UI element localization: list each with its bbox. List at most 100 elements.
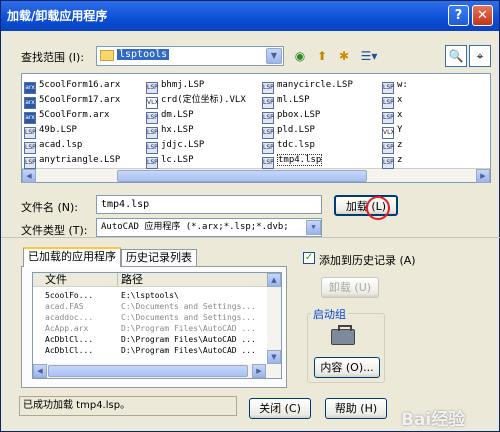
add-history-label: 添加到历史记录 (A) [319, 254, 416, 267]
help-button[interactable]: 帮助 (H) [325, 398, 387, 419]
file-list[interactable]: ◀ ▶ arx 5coolForm16.arx arx 5CoolForm17.arx… [21, 73, 491, 183]
startup-group-title: 启动组 [311, 306, 348, 322]
file-name: 49b.LSP [39, 125, 77, 135]
tab-loaded-apps[interactable]: 已加载的应用程序 [23, 247, 121, 267]
title-bar: 加载/卸载应用程序 ? ✕ [1, 1, 499, 31]
back-icon[interactable]: ◉ [291, 47, 309, 65]
file-name: w: [397, 80, 408, 90]
file-name: ml.LSP [277, 95, 310, 105]
file-item[interactable]: LSP acad.lsp [24, 138, 83, 154]
scroll-down-icon[interactable]: ▼ [267, 350, 281, 364]
file-name: tmp4.lsp [277, 154, 323, 166]
find-icon[interactable]: 🔍 [445, 45, 467, 67]
file-item[interactable]: LSP pld.LSP [262, 123, 315, 139]
file-name: manycircle.LSP [277, 80, 353, 90]
chevron-down-icon[interactable]: ▼ [266, 48, 282, 64]
tab-history-list[interactable]: 历史记录列表 [121, 249, 197, 267]
filename-field[interactable]: tmp4.lsp [96, 195, 322, 214]
locate-icon[interactable]: ⌖ [469, 45, 491, 67]
chevron-down-icon[interactable]: ▼ [306, 220, 321, 235]
unload-button[interactable]: 卸载 (U) [321, 277, 379, 298]
views-menu-icon[interactable]: ☰▾ [357, 47, 381, 65]
file-item[interactable]: LSP dm.LSP [146, 108, 194, 124]
file-list-hscrollbar[interactable]: ◀ ▶ [22, 168, 490, 183]
file-name: z [397, 140, 403, 150]
file-item[interactable]: LSP z [382, 153, 403, 169]
scroll-thumb[interactable] [48, 365, 248, 377]
loaded-apps-vscrollbar[interactable]: ▲ ▼ [267, 273, 281, 364]
file-item[interactable]: LSP z [382, 138, 403, 154]
file-item[interactable]: LSP tdc.lsp [262, 138, 315, 154]
loaded-app-path: E:\lsptools\ [121, 291, 179, 300]
file-name: lc.LSP [161, 155, 194, 165]
lookin-label: 查找范围 (I): [21, 51, 85, 64]
close-button[interactable]: 关闭 (C) [249, 398, 311, 419]
file-item[interactable]: LSP pbox.LSP [262, 108, 320, 124]
file-item[interactable]: LSP bhmj.LSP [146, 78, 204, 94]
loaded-apps-hscrollbar[interactable]: ◀ ▶ [33, 364, 281, 378]
loaded-apps-list[interactable]: 文件 路径 ▲ ▼ ◀ ▶ 5coolFo... E:\lsptools\ acad… [32, 272, 282, 379]
scroll-left-icon[interactable]: ◀ [22, 169, 36, 183]
loaded-apps-panel: 文件 路径 ▲ ▼ ◀ ▶ 5coolFo... E:\lsptools\ acad… [21, 266, 287, 388]
file-item[interactable]: LSP jdjc.LSP [146, 138, 205, 154]
scroll-right-icon[interactable]: ▶ [476, 169, 490, 183]
file-item[interactable]: LSP tmp4.lsp [262, 153, 323, 169]
file-item[interactable]: arx 5CoolForm.arx [24, 108, 110, 124]
separator [1, 237, 500, 238]
file-name: dm.LSP [161, 110, 194, 120]
scroll-right-icon[interactable]: ▶ [252, 364, 266, 378]
file-name: 5coolForm16.arx [39, 80, 121, 90]
add-history-checkbox[interactable]: ✓ [303, 252, 315, 264]
folder-icon [100, 50, 114, 61]
file-item[interactable]: LSP hx.LSP [146, 123, 194, 139]
lookin-value: lsptools [117, 49, 170, 60]
scroll-left-icon[interactable]: ◀ [33, 364, 47, 378]
close-title-button[interactable]: ✕ [472, 5, 493, 26]
lsp-file-icon: LSP [146, 157, 158, 169]
file-name: x [397, 95, 403, 105]
file-name: 5CoolForm.arx [39, 110, 110, 120]
loaded-app-path: C:\Documents and Settings... [121, 302, 256, 311]
column-file[interactable]: 文件 [45, 273, 67, 286]
loaded-app-path: D:\Program Files\AutoCAD ... [121, 335, 256, 344]
loaded-app-path: D:\Program Files\AutoCAD ... [121, 346, 256, 355]
file-name: tdc.lsp [277, 140, 315, 150]
file-item[interactable]: LSP w: [382, 78, 408, 94]
column-path[interactable]: 路径 [117, 273, 143, 286]
watermark: Bai经验 [401, 410, 466, 430]
file-item[interactable]: arx 5CoolForm17.arx [24, 93, 121, 109]
file-item[interactable]: LSP anytriangle.LSP [24, 153, 121, 169]
new-folder-icon[interactable]: ✱ [335, 47, 353, 65]
scroll-thumb[interactable] [117, 170, 367, 182]
file-name: acad.lsp [39, 140, 83, 150]
file-item[interactable]: arx 5coolForm16.arx [24, 78, 121, 94]
scroll-up-icon[interactable]: ▲ [267, 273, 281, 287]
file-item[interactable]: VLX Y [382, 123, 403, 139]
help-title-button[interactable]: ? [448, 5, 469, 26]
loaded-app-file: acad.FAS [45, 302, 84, 311]
loaded-app-file: AcApp.arx [45, 324, 89, 333]
file-item[interactable]: LSP 49b.LSP [24, 123, 77, 139]
file-item[interactable]: LSP x [382, 108, 402, 124]
lookin-combo[interactable]: lsptools ▼ [96, 46, 284, 66]
status-bar: 已成功加载 tmp4.lsp。 [19, 396, 237, 416]
contents-button[interactable]: 内容 (O)... [314, 357, 380, 378]
file-name: Y [397, 125, 403, 135]
file-item[interactable]: LSP manycircle.LSP [262, 78, 353, 94]
file-name: 5CoolForm17.arx [39, 95, 121, 105]
file-name: hx.LSP [161, 125, 194, 135]
up-folder-icon[interactable]: ⬆ [313, 47, 331, 65]
file-item[interactable]: VLX crd(定位坐标).VLX [146, 93, 246, 109]
filetype-select[interactable]: AutoCAD 应用程序 (*.arx;*.lsp;*.dvb; ▼ [96, 218, 322, 237]
lsp-file-icon: LSP [262, 157, 274, 169]
file-name: anytriangle.LSP [39, 155, 121, 165]
file-item[interactable]: LSP lc.LSP [146, 153, 194, 169]
file-name: jdjc.LSP [161, 140, 205, 150]
loaded-app-file: 5coolFo... [45, 291, 94, 300]
list-header: 文件 路径 [33, 273, 267, 287]
file-item[interactable]: LSP ml.LSP [262, 93, 310, 109]
file-name: z [397, 155, 403, 165]
briefcase-icon [331, 325, 355, 345]
loaded-app-file: AcDblCl... [45, 335, 94, 344]
file-item[interactable]: LSP x [382, 93, 403, 109]
